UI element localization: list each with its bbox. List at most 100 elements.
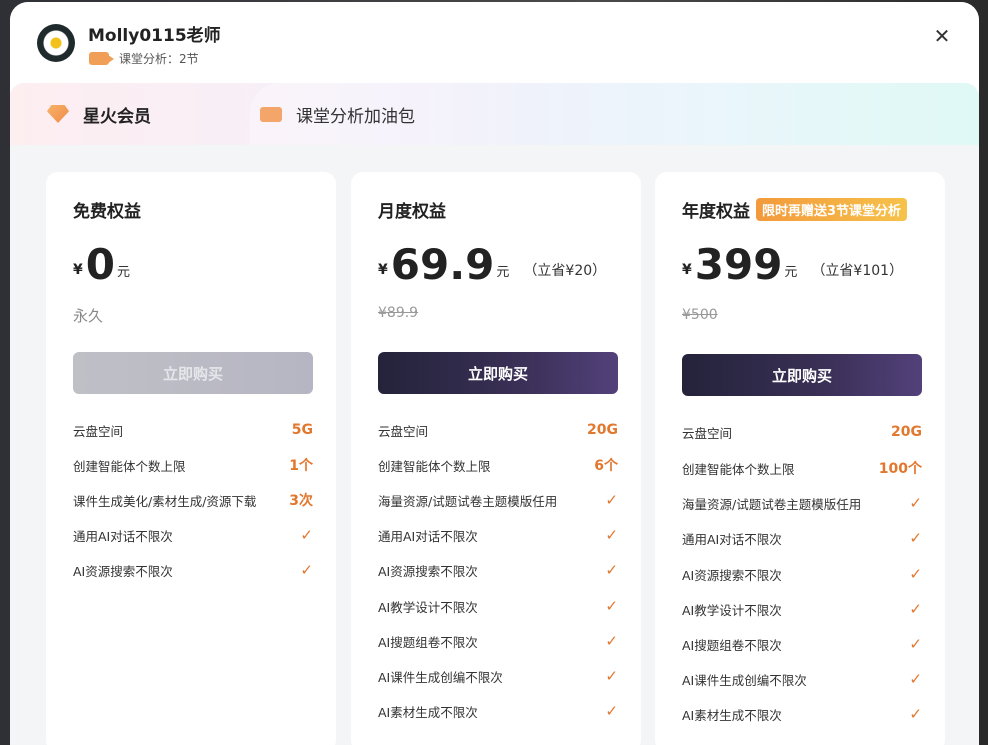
feature-label: 创建智能体个数上限 [73, 458, 186, 474]
currency-symbol: ¥ [682, 262, 692, 278]
plan-card-monthly: 月度权益 ¥ 69.9 元 （立省¥20） ¥89.9 立即购买 云盘空间 20G… [351, 172, 641, 745]
dialog-header: Molly0115老师 课堂分析：2节 ✕ [10, 2, 979, 92]
avatar [37, 24, 75, 62]
promo-badge: 限时再赠送3节课堂分析 [756, 198, 908, 221]
plan-duration: 永久 [73, 307, 104, 325]
plan-title: 免费权益 [73, 197, 141, 222]
feature-label: 海量资源/试题试卷主题模版任用 [378, 493, 558, 509]
feature-row: AI搜题组卷不限次 ✓ [378, 631, 618, 651]
feature-label: 创建智能体个数上限 [682, 461, 795, 477]
price-amount: 69.9 [390, 240, 495, 289]
feature-value: 1个 [289, 458, 313, 474]
feature-label: AI课件生成创编不限次 [378, 669, 503, 685]
plan-price: ¥ 69.9 元 （立省¥20） [378, 242, 606, 288]
checkmark-icon: ✓ [605, 632, 618, 650]
checkmark-icon: ✓ [909, 494, 922, 512]
plan-title: 月度权益 [378, 197, 446, 222]
plan-title-text: 免费权益 [73, 202, 141, 222]
feature-label: AI资源搜索不限次 [73, 563, 173, 579]
savings-note: （立省¥20） [523, 263, 607, 279]
feature-value: 5G [291, 422, 313, 438]
checkmark-icon: ✓ [909, 705, 922, 723]
close-icon[interactable]: ✕ [931, 25, 953, 47]
plans-area: 免费权益 ¥ 0 元 永久 立即购买 云盘空间 5G 创建智能体个数上限 1个 课件… [10, 145, 979, 745]
feature-label: 创建智能体个数上限 [378, 458, 491, 474]
feature-label: 课件生成美化/素材生成/资源下载 [73, 493, 257, 509]
tab-label: 课堂分析加油包 [296, 106, 415, 127]
feature-row: AI教学设计不限次 ✓ [682, 599, 922, 619]
feature-label: AI素材生成不限次 [378, 704, 478, 720]
checkmark-icon: ✓ [300, 561, 313, 579]
price-amount: 399 [694, 240, 783, 289]
membership-dialog: Molly0115老师 课堂分析：2节 ✕ 星火会员 课堂分析加油包 免费权益 … [10, 2, 979, 745]
flower-icon [43, 30, 69, 56]
original-price: ¥500 [682, 307, 718, 323]
feature-row: AI素材生成不限次 ✓ [378, 701, 618, 721]
currency-symbol: ¥ [73, 262, 83, 278]
feature-label: 云盘空间 [73, 423, 124, 439]
plan-title: 年度权益 限时再赠送3节课堂分析 [682, 197, 908, 222]
checkmark-icon: ✓ [605, 597, 618, 615]
currency-symbol: ¥ [378, 262, 388, 278]
tab-spark-membership[interactable]: 星火会员 [10, 83, 250, 145]
checkmark-icon: ✓ [909, 600, 922, 618]
buy-button[interactable]: 立即购买 [682, 354, 922, 396]
user-name: Molly0115老师 [88, 26, 221, 46]
feature-row: 云盘空间 5G [73, 420, 313, 440]
feature-row: 创建智能体个数上限 1个 [73, 455, 313, 475]
plan-price: ¥ 399 元 （立省¥101） [682, 242, 903, 288]
checkmark-icon: ✓ [605, 526, 618, 544]
feature-row: 通用AI对话不限次 ✓ [73, 525, 313, 545]
feature-row: 课件生成美化/素材生成/资源下载 3次 [73, 490, 313, 510]
checkmark-icon: ✓ [909, 529, 922, 547]
checkmark-icon: ✓ [605, 667, 618, 685]
feature-row: AI搜题组卷不限次 ✓ [682, 634, 922, 654]
feature-value: 20G [891, 424, 922, 440]
buy-button[interactable]: 立即购买 [378, 352, 618, 394]
savings-note: （立省¥101） [811, 263, 904, 279]
feature-value: 20G [587, 422, 618, 438]
class-analysis-count: 课堂分析：2节 [89, 50, 199, 67]
feature-row: AI教学设计不限次 ✓ [378, 596, 618, 616]
video-camera-icon [89, 52, 114, 65]
price-unit: 元 [784, 265, 798, 280]
class-analysis-label: 课堂分析：2节 [119, 52, 199, 66]
feature-label: 云盘空间 [378, 423, 429, 439]
checkmark-icon: ✓ [605, 702, 618, 720]
original-price: ¥89.9 [378, 305, 419, 321]
feature-row: 云盘空间 20G [682, 422, 922, 442]
plan-title-text: 年度权益 [682, 202, 750, 222]
feature-label: AI搜题组卷不限次 [378, 634, 478, 650]
feature-label: 通用AI对话不限次 [73, 528, 173, 544]
feature-label: AI资源搜索不限次 [378, 563, 478, 579]
feature-row: AI素材生成不限次 ✓ [682, 704, 922, 724]
checkmark-icon: ✓ [605, 491, 618, 509]
tab-class-analysis-pack[interactable]: 课堂分析加油包 [250, 83, 550, 145]
feature-row: AI课件生成创编不限次 ✓ [378, 666, 618, 686]
feature-value: 3次 [289, 493, 313, 509]
price-unit: 元 [496, 265, 510, 280]
plan-price: ¥ 0 元 [73, 242, 130, 288]
feature-row: AI课件生成创编不限次 ✓ [682, 669, 922, 689]
plan-title-text: 月度权益 [378, 202, 446, 222]
feature-label: 通用AI对话不限次 [682, 531, 782, 547]
video-camera-icon [260, 106, 282, 122]
tab-bar: 星火会员 课堂分析加油包 [10, 83, 979, 145]
feature-row: 海量资源/试题试卷主题模版任用 ✓ [378, 490, 618, 510]
feature-label: AI教学设计不限次 [378, 599, 478, 615]
checkmark-icon: ✓ [605, 561, 618, 579]
gem-icon [47, 105, 69, 123]
checkmark-icon: ✓ [300, 526, 313, 544]
buy-button[interactable]: 立即购买 [73, 352, 313, 394]
feature-label: 海量资源/试题试卷主题模版任用 [682, 496, 862, 512]
feature-label: 云盘空间 [682, 425, 733, 441]
feature-row: AI资源搜索不限次 ✓ [378, 560, 618, 580]
checkmark-icon: ✓ [909, 670, 922, 688]
feature-row: 云盘空间 20G [378, 420, 618, 440]
feature-row: AI资源搜索不限次 ✓ [682, 564, 922, 584]
price-amount: 0 [85, 240, 115, 289]
checkmark-icon: ✓ [909, 635, 922, 653]
feature-label: AI课件生成创编不限次 [682, 672, 807, 688]
feature-row: 通用AI对话不限次 ✓ [682, 528, 922, 548]
feature-label: 通用AI对话不限次 [378, 528, 478, 544]
